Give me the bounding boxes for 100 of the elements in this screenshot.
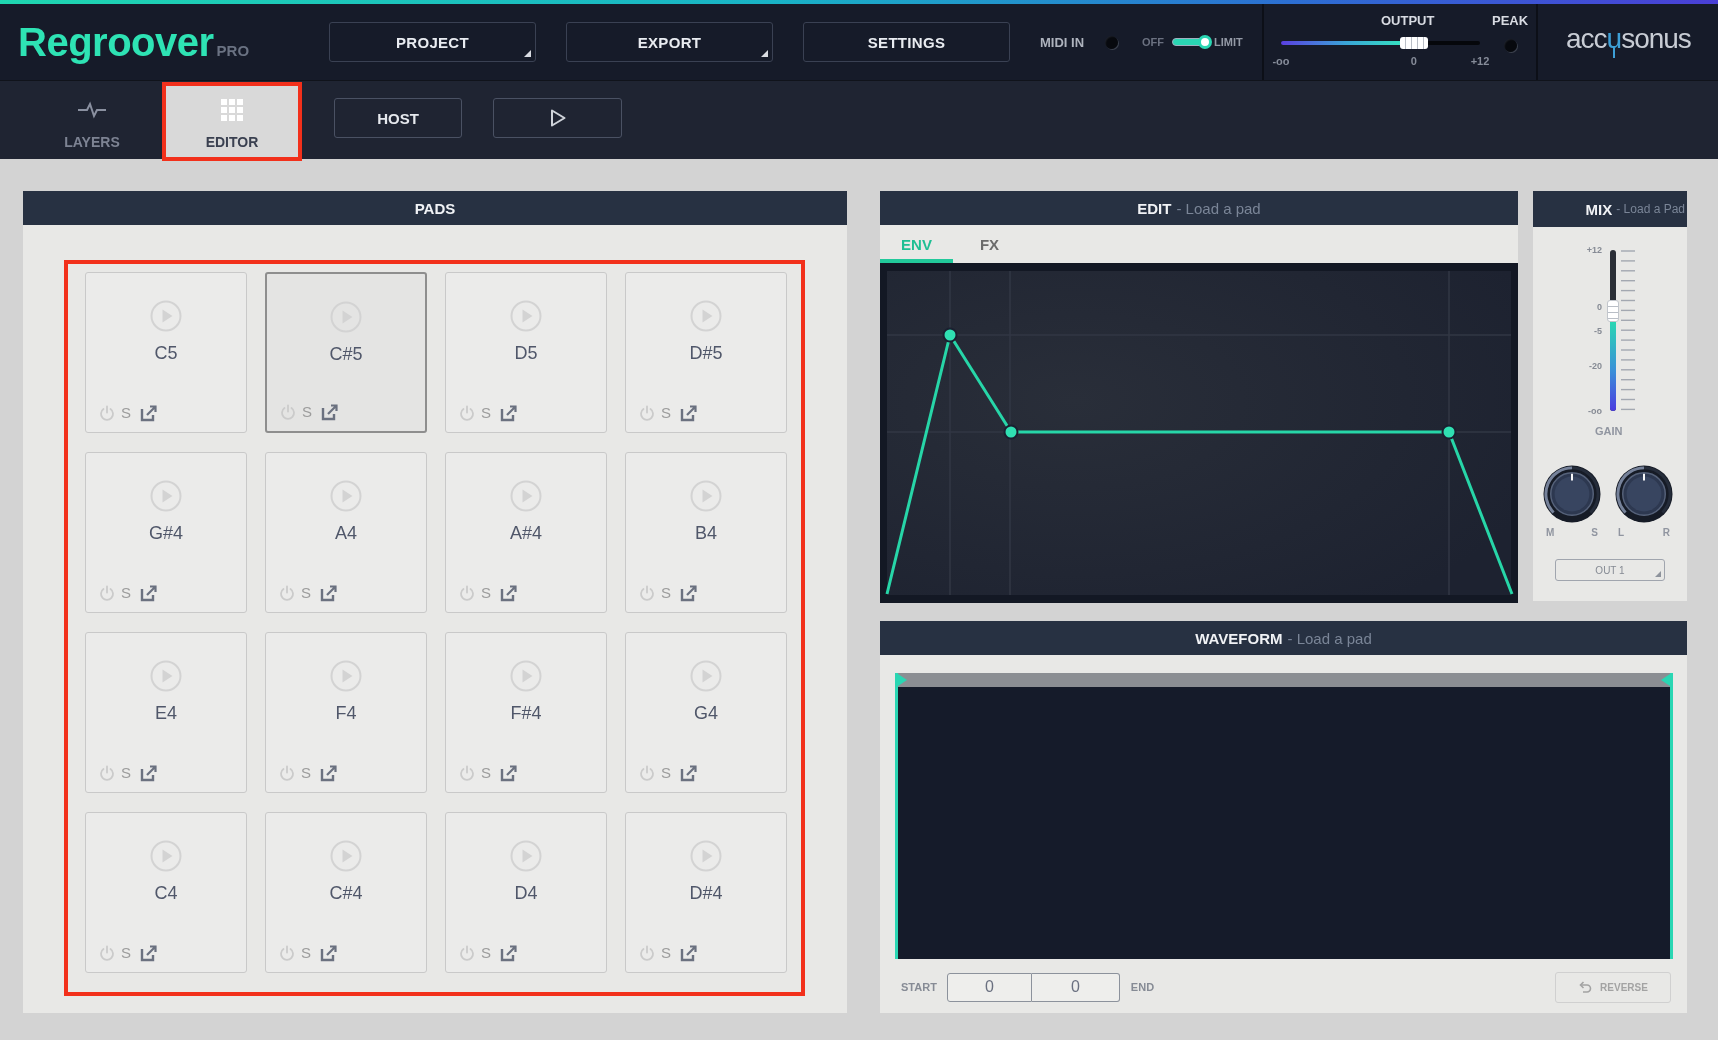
export-icon[interactable]: [500, 944, 518, 962]
play-circle-icon[interactable]: [150, 300, 182, 332]
drum-pad[interactable]: B4 S: [625, 452, 787, 613]
export-icon[interactable]: [140, 764, 158, 782]
drum-pad[interactable]: C4 S: [85, 812, 247, 973]
solo-toggle[interactable]: S: [481, 584, 491, 602]
drum-pad[interactable]: F4 S: [265, 632, 427, 793]
export-icon[interactable]: [140, 944, 158, 962]
output-slider-thumb[interactable]: [1400, 37, 1429, 49]
tab[interactable]: FX: [953, 225, 1026, 263]
drum-pad[interactable]: A4 S: [265, 452, 427, 613]
menu-button[interactable]: EXPORT: [566, 22, 773, 62]
solo-toggle[interactable]: S: [481, 764, 491, 782]
solo-toggle[interactable]: S: [661, 764, 671, 782]
export-icon[interactable]: [320, 764, 338, 782]
export-icon[interactable]: [680, 944, 698, 962]
knob[interactable]: [1615, 465, 1673, 523]
nav-tab[interactable]: LAYERS: [26, 86, 158, 157]
dropdown-corner-icon: [524, 50, 531, 57]
play-circle-icon[interactable]: [330, 840, 362, 872]
drum-pad[interactable]: C#4 S: [265, 812, 427, 973]
play-circle-icon[interactable]: [690, 840, 722, 872]
power-icon[interactable]: [99, 765, 115, 781]
power-icon[interactable]: [639, 765, 655, 781]
start-label: START: [901, 981, 937, 993]
solo-toggle[interactable]: S: [661, 404, 671, 422]
export-icon[interactable]: [140, 404, 158, 422]
solo-toggle[interactable]: S: [481, 944, 491, 962]
knob[interactable]: [1543, 465, 1601, 523]
play-circle-icon[interactable]: [150, 480, 182, 512]
power-icon[interactable]: [99, 585, 115, 601]
export-icon[interactable]: [500, 584, 518, 602]
drum-pad[interactable]: E4 S: [85, 632, 247, 793]
play-circle-icon[interactable]: [510, 840, 542, 872]
export-icon[interactable]: [320, 944, 338, 962]
power-icon[interactable]: [459, 405, 475, 421]
export-icon[interactable]: [500, 764, 518, 782]
power-icon[interactable]: [280, 404, 296, 420]
solo-toggle[interactable]: S: [481, 404, 491, 422]
export-icon[interactable]: [140, 584, 158, 602]
solo-toggle[interactable]: S: [121, 584, 131, 602]
export-icon[interactable]: [680, 404, 698, 422]
export-icon[interactable]: [680, 584, 698, 602]
dropdown-corner-icon: [1655, 571, 1661, 577]
drum-pad[interactable]: F#4 S: [445, 632, 607, 793]
solo-toggle[interactable]: S: [301, 584, 311, 602]
solo-toggle[interactable]: S: [302, 403, 312, 421]
drum-pad[interactable]: G4 S: [625, 632, 787, 793]
play-circle-icon[interactable]: [690, 300, 722, 332]
solo-toggle[interactable]: S: [661, 584, 671, 602]
drum-pad[interactable]: C#5 S: [265, 272, 427, 433]
play-circle-icon[interactable]: [510, 660, 542, 692]
power-icon[interactable]: [279, 765, 295, 781]
limit-toggle[interactable]: [1172, 34, 1212, 50]
solo-toggle[interactable]: S: [121, 404, 131, 422]
drum-pad[interactable]: D#5 S: [625, 272, 787, 433]
play-circle-icon[interactable]: [330, 660, 362, 692]
solo-toggle[interactable]: S: [301, 944, 311, 962]
output-dropdown[interactable]: OUT 1: [1555, 559, 1665, 581]
power-icon[interactable]: [459, 945, 475, 961]
drum-pad[interactable]: A#4 S: [445, 452, 607, 613]
play-circle-icon[interactable]: [150, 840, 182, 872]
solo-toggle[interactable]: S: [121, 944, 131, 962]
solo-toggle[interactable]: S: [301, 764, 311, 782]
power-icon[interactable]: [639, 585, 655, 601]
export-icon[interactable]: [680, 764, 698, 782]
drum-pad[interactable]: D4 S: [445, 812, 607, 973]
menu-button[interactable]: PROJECT: [329, 22, 536, 62]
solo-toggle[interactable]: S: [661, 944, 671, 962]
play-circle-icon[interactable]: [510, 300, 542, 332]
play-button[interactable]: [493, 98, 622, 138]
export-icon[interactable]: [320, 584, 338, 602]
play-circle-icon[interactable]: [690, 480, 722, 512]
end-marker-icon[interactable]: [1661, 674, 1670, 686]
solo-toggle[interactable]: S: [121, 764, 131, 782]
power-icon[interactable]: [279, 945, 295, 961]
power-icon[interactable]: [639, 945, 655, 961]
export-icon[interactable]: [500, 404, 518, 422]
end-field[interactable]: 0: [1031, 972, 1120, 1002]
export-icon[interactable]: [321, 403, 339, 421]
drum-pad[interactable]: G#4 S: [85, 452, 247, 613]
start-marker-icon[interactable]: [898, 674, 907, 686]
power-icon[interactable]: [99, 405, 115, 421]
play-circle-icon[interactable]: [510, 480, 542, 512]
play-circle-icon[interactable]: [690, 660, 722, 692]
power-icon[interactable]: [99, 945, 115, 961]
power-icon[interactable]: [459, 585, 475, 601]
start-field[interactable]: 0: [946, 972, 1032, 1002]
power-icon[interactable]: [459, 765, 475, 781]
power-icon[interactable]: [279, 585, 295, 601]
drum-pad[interactable]: C5 S: [85, 272, 247, 433]
play-circle-icon[interactable]: [330, 480, 362, 512]
power-icon[interactable]: [639, 405, 655, 421]
gain-slider[interactable]: [1610, 250, 1616, 411]
menu-button[interactable]: SETTINGS: [803, 22, 1010, 62]
host-button[interactable]: HOST: [334, 98, 462, 138]
gain-slider-thumb[interactable]: [1607, 300, 1619, 323]
play-circle-icon[interactable]: [150, 660, 182, 692]
drum-pad[interactable]: D5 S: [445, 272, 607, 433]
drum-pad[interactable]: D#4 S: [625, 812, 787, 973]
